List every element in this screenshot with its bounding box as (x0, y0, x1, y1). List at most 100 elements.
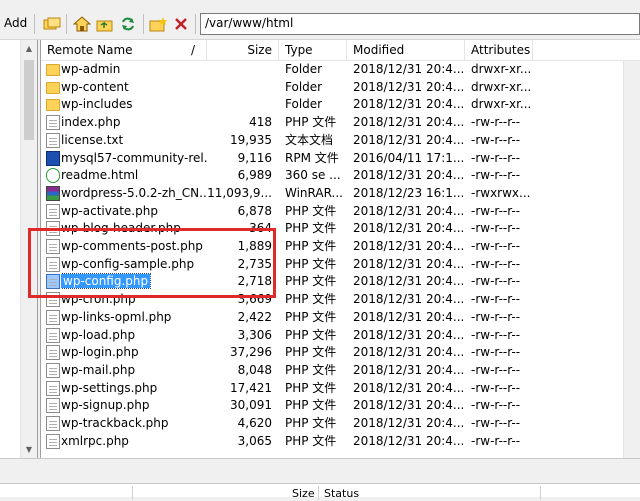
file-size: 19,935 (207, 132, 272, 150)
column-header-modified[interactable]: Modified (347, 40, 465, 61)
file-row[interactable]: wp-admin Folder 2018/12/31 20:4... drwxr-xr… (41, 61, 640, 79)
new-folder-button[interactable] (148, 15, 168, 33)
file-row[interactable]: wp-includes Folder 2018/12/31 20:4... drwxr… (41, 96, 640, 114)
file-row[interactable]: wordpress-5.0.2-zh_CN.... 11,093,9... WinR… (41, 185, 640, 203)
file-attributes: drwxr-xr... (471, 79, 541, 97)
file-type: RPM 文件 (285, 150, 349, 168)
file-attributes-text: -rw-r--r-- (471, 292, 521, 307)
delete-button[interactable] (171, 15, 191, 33)
file-type: PHP 文件 (285, 327, 349, 345)
file-modified: 2018/12/31 20:4... (353, 220, 467, 238)
file-name-text: wp-signup.php (61, 398, 150, 413)
new-folder-window-button[interactable] (42, 15, 62, 33)
file-attributes-text: drwxr-xr... (471, 79, 532, 94)
html-file-icon (46, 168, 60, 184)
file-attributes-text: -rw-r--r-- (471, 239, 521, 253)
folder-copy-icon (43, 17, 61, 30)
column-header-attributes[interactable]: Attributes (465, 40, 533, 61)
file-modified-text: 2018/12/31 20:4... (353, 97, 465, 112)
file-modified: 2018/12/31 20:4... (353, 167, 467, 185)
home-button[interactable] (72, 15, 92, 33)
scrollbar-thumb[interactable] (24, 60, 34, 140)
file-type-text: PHP 文件 (285, 256, 337, 271)
file-modified-text: 2018/12/31 20:4... (353, 168, 465, 183)
file-size: 6,989 (207, 167, 272, 185)
queue-size-header[interactable]: Size (292, 487, 315, 501)
file-row[interactable]: xmlrpc.php 3,065 PHP 文件 2018/12/31 20:4... -… (41, 433, 640, 451)
file-name-text: readme.html (61, 168, 139, 183)
file-row[interactable]: license.txt 19,935 文本文档 2018/12/31 20:4... -… (41, 132, 640, 150)
file-name: wp-settings.php (61, 380, 207, 398)
file-row[interactable]: wp-settings.php 17,421 PHP 文件 2018/12/31 20… (41, 380, 640, 398)
file-type-text: PHP 文件 (285, 398, 337, 413)
refresh-icon (122, 17, 134, 31)
queue-separator (540, 486, 541, 500)
folder-icon (46, 64, 60, 76)
file-type: PHP 文件 (285, 256, 349, 274)
file-type: Folder (285, 61, 349, 79)
file-row[interactable]: wp-links-opml.php 2,422 PHP 文件 2018/12/31 2… (41, 309, 640, 327)
file-modified-text: 2018/12/31 20:4... (353, 115, 465, 130)
file-modified-text: 2018/12/31 20:4... (353, 132, 465, 147)
refresh-button[interactable] (118, 15, 138, 33)
file-row[interactable]: wp-trackback.php 4,620 PHP 文件 2018/12/31 20… (41, 415, 640, 433)
file-row[interactable]: wp-load.php 3,306 PHP 文件 2018/12/31 20:4...… (41, 327, 640, 345)
file-type: PHP 文件 (285, 273, 349, 291)
php-file-icon (46, 362, 60, 378)
file-type: 360 se ... (285, 167, 349, 185)
file-type: Folder (285, 96, 349, 114)
file-modified-text: 2018/12/31 20:4... (353, 203, 465, 218)
file-size-text: 8,048 (237, 362, 272, 377)
home-icon (73, 16, 91, 32)
file-size: 6,878 (207, 203, 272, 221)
scroll-up-icon[interactable]: ▲ (21, 40, 37, 57)
file-size: 2,422 (207, 309, 272, 327)
file-row[interactable]: mysql57-community-rel... 9,116 RPM 文件 2016/… (41, 150, 640, 168)
file-modified-text: 2018/12/31 20:4... (353, 292, 465, 307)
file-row[interactable]: wp-mail.php 8,048 PHP 文件 2018/12/31 20:4...… (41, 362, 640, 380)
folder-icon (46, 81, 60, 94)
file-row[interactable]: wp-activate.php 6,878 PHP 文件 2018/12/31 20:… (41, 203, 640, 221)
file-row[interactable]: index.php 418 PHP 文件 2018/12/31 20:4... -rw-… (41, 114, 640, 132)
toolbar-separator (195, 14, 196, 34)
file-size-text: 19,935 (230, 132, 272, 147)
column-header-size[interactable]: Size (207, 40, 279, 61)
file-name: wp-includes (61, 96, 207, 114)
file-size: 9,116 (207, 150, 272, 168)
column-header-name[interactable]: Remote Name / (41, 40, 207, 61)
file-size: 30,091 (207, 397, 272, 415)
add-button[interactable]: Add (4, 16, 27, 30)
remote-scrollbar[interactable] (623, 61, 640, 458)
file-type: WinRAR... (285, 185, 349, 203)
file-size-text: 9,116 (237, 150, 272, 165)
file-attributes: -rw-r--r-- (471, 362, 541, 380)
file-row[interactable]: wp-signup.php 30,091 PHP 文件 2018/12/31 20:4… (41, 397, 640, 415)
path-input[interactable]: /var/www/html (200, 13, 640, 35)
column-header-type[interactable]: Type (279, 40, 347, 61)
file-modified: 2018/12/31 20:4... (353, 256, 467, 274)
file-row[interactable]: readme.html 6,989 360 se ... 2018/12/31 20:… (41, 167, 640, 185)
scroll-down-icon[interactable]: ▼ (21, 441, 37, 458)
file-size: 17,421 (207, 380, 272, 398)
file-row[interactable]: wp-content Folder 2018/12/31 20:4... drwxr-… (41, 79, 640, 97)
file-attributes: -rw-r--r-- (471, 203, 541, 221)
parent-folder-button[interactable] (95, 15, 115, 33)
file-attributes: -rwxrwx... (471, 185, 541, 203)
file-name-text: wp-activate.php (61, 203, 158, 218)
file-size: 4,620 (207, 415, 272, 433)
file-attributes-text: -rw-r--r-- (471, 309, 521, 324)
file-modified: 2018/12/31 20:4... (353, 203, 467, 221)
file-attributes-text: -rw-r--r-- (471, 433, 521, 448)
file-name-text: wp-load.php (61, 327, 136, 342)
queue-status-header[interactable]: Status (324, 487, 359, 501)
sort-indicator: / (191, 43, 196, 57)
file-name-text: wp-includes (61, 97, 133, 112)
file-type: PHP 文件 (285, 362, 349, 380)
file-type: Folder (285, 79, 349, 97)
file-row[interactable]: wp-login.php 37,296 PHP 文件 2018/12/31 20:4.… (41, 344, 640, 362)
file-attributes-text: -rwxrwx... (471, 185, 531, 200)
file-type: PHP 文件 (285, 344, 349, 362)
file-name: wp-load.php (61, 327, 207, 345)
file-attributes-text: -rw-r--r-- (471, 416, 521, 430)
file-attributes: -rw-r--r-- (471, 380, 541, 398)
